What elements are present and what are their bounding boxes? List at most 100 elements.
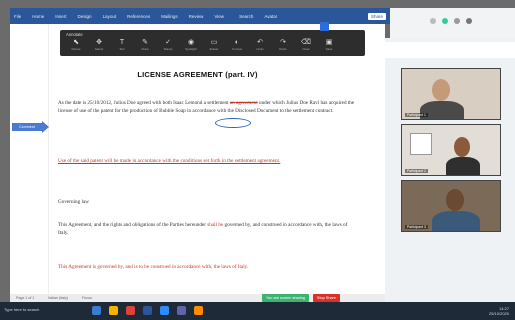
- p4-deleted-text: shall be: [207, 222, 224, 228]
- app-icon[interactable]: [194, 306, 203, 315]
- margin-line: [48, 24, 49, 294]
- tool-caption: Draw: [141, 47, 149, 51]
- redo-tool-button[interactable]: ↷ Redo: [277, 39, 289, 51]
- annotation-toolbar-label: Annotate: [66, 32, 83, 37]
- zoom-icon[interactable]: [160, 306, 169, 315]
- clear-tool-button[interactable]: ⌫ Clear: [300, 39, 312, 51]
- arrow-annotation: [42, 121, 49, 133]
- tab-design[interactable]: Design: [78, 14, 92, 19]
- focus-button[interactable]: Focus: [82, 296, 92, 300]
- tool-caption: Select: [94, 47, 104, 51]
- language-indicator[interactable]: Italian (Italy): [48, 296, 68, 300]
- video-panel: Participant 1 Participant 2 Participant …: [385, 38, 515, 302]
- tool-caption: Redo: [279, 47, 287, 51]
- undo-tool-button[interactable]: ↶ Undo: [254, 39, 266, 51]
- circle-annotation: [215, 118, 251, 128]
- paragraph-5-tracked: This Agreement is governed by, and is to…: [58, 264, 249, 270]
- stop-share-button[interactable]: Stop Share: [312, 294, 340, 302]
- teams-icon[interactable]: [177, 306, 186, 315]
- menu-icon[interactable]: [466, 18, 472, 24]
- participant-body: [446, 157, 480, 175]
- edge-icon[interactable]: [92, 306, 101, 315]
- ribbon-search-input[interactable]: Search: [239, 14, 253, 19]
- wall-picture: [410, 133, 432, 155]
- paragraph-1: As the date is 25/10/2012, Julius Doe ag…: [58, 100, 358, 115]
- tab-layout[interactable]: Layout: [103, 14, 117, 19]
- panel-header: [385, 42, 515, 58]
- document-title: LICENSE AGREEMENT (part. IV): [137, 70, 258, 79]
- tab-mailings[interactable]: Mailings: [161, 14, 178, 19]
- tool-caption: Text: [119, 47, 125, 51]
- comment-marker[interactable]: Comment: [12, 123, 42, 131]
- section-heading: Governing law: [58, 199, 89, 205]
- p4-text-a: This Agreement, and the rights and oblig…: [58, 222, 208, 228]
- browser-toolbar: [390, 8, 515, 38]
- select-icon: ✥: [96, 39, 102, 46]
- tool-caption: Clear: [302, 47, 310, 51]
- page-count: Page 1 of 1: [16, 296, 35, 300]
- format-tool-button[interactable]: ◐ Format: [231, 39, 243, 51]
- spotlight-icon: ◉: [187, 39, 195, 46]
- clock-date: 25/10/2020: [488, 311, 509, 316]
- text-tool-button[interactable]: T Text: [116, 39, 128, 51]
- annotation-tools: ⬉ Mouse ✥ Select T Text ✎ Draw ✓ Stamp ◉ Spotlight ▭…: [70, 39, 335, 51]
- explorer-icon[interactable]: [109, 306, 118, 315]
- tab-insert[interactable]: Insert: [55, 14, 66, 19]
- tab-home[interactable]: Home: [32, 14, 44, 19]
- system-tray[interactable]: 14:27 25/10/2020: [489, 306, 509, 316]
- tab-references[interactable]: References: [127, 14, 150, 19]
- text-icon: T: [119, 39, 125, 46]
- paragraph-2-tracked: Use of the said patent will be made in a…: [58, 158, 281, 164]
- tool-caption: Eraser: [209, 47, 219, 51]
- participant-head: [432, 79, 450, 101]
- bookmark-icon[interactable]: [454, 18, 460, 24]
- format-icon: ◐: [234, 39, 240, 46]
- draw-icon: ✎: [142, 39, 148, 46]
- tool-caption: Save: [325, 47, 333, 51]
- mouse-icon: ⬉: [73, 39, 79, 46]
- stamp-tool-button[interactable]: ✓ Stamp: [162, 39, 174, 51]
- taskbar-apps: [92, 306, 203, 315]
- participant-name-1: Participant 1: [405, 113, 428, 117]
- sharing-indicator[interactable]: You are screen sharing: [262, 294, 309, 302]
- eraser-icon: ▭: [210, 39, 218, 46]
- tool-caption: Mouse: [71, 47, 81, 51]
- mouse-tool-button[interactable]: ⬉ Mouse: [70, 39, 82, 51]
- participant-body: [432, 211, 480, 231]
- participant-name-3: Participant 3: [405, 225, 428, 229]
- tab-review[interactable]: Review: [189, 14, 204, 19]
- paragraph-4: This Agreement, and the rights and oblig…: [58, 222, 358, 237]
- participant-tile-3[interactable]: Participant 3: [401, 180, 501, 232]
- participant-head: [454, 137, 470, 157]
- select-tool-button[interactable]: ✥ Select: [93, 39, 105, 51]
- account-label[interactable]: Avatar: [264, 14, 277, 19]
- tab-view[interactable]: View: [214, 14, 224, 19]
- p1-text-a: As the date is 25/10/2012, Julius Doe ag…: [58, 100, 230, 106]
- tool-caption: Stamp: [163, 47, 173, 51]
- profile-icon[interactable]: [442, 18, 448, 24]
- eraser-tool-button[interactable]: ▭ Eraser: [208, 39, 220, 51]
- taskbar-search[interactable]: Type here to search: [4, 307, 39, 312]
- participant-tile-2[interactable]: Participant 2: [401, 124, 501, 176]
- toolbar-handle[interactable]: [320, 22, 329, 31]
- p1-deleted-text: an agreement: [229, 100, 258, 106]
- extension-icon[interactable]: [430, 18, 436, 24]
- spotlight-tool-button[interactable]: ◉ Spotlight: [185, 39, 197, 51]
- chrome-icon[interactable]: [126, 306, 135, 315]
- document-page[interactable]: LICENSE AGREEMENT (part. IV) Comment As …: [10, 24, 385, 294]
- participant-head: [446, 189, 464, 211]
- participant-name-2: Participant 2: [405, 169, 428, 173]
- save-icon: ▣: [325, 39, 333, 46]
- clear-icon: ⌫: [301, 39, 311, 46]
- participant-tile-1[interactable]: Participant 1: [401, 68, 501, 120]
- save-tool-button[interactable]: ▣ Save: [323, 39, 335, 51]
- tool-caption: Format: [232, 47, 242, 51]
- redo-icon: ↷: [280, 39, 286, 46]
- tool-caption: Spotlight: [185, 47, 197, 51]
- tab-file[interactable]: File: [14, 14, 21, 19]
- word-icon[interactable]: [143, 306, 152, 315]
- draw-tool-button[interactable]: ✎ Draw: [139, 39, 151, 51]
- tool-caption: Undo: [256, 47, 264, 51]
- share-button[interactable]: Share: [367, 12, 386, 20]
- annotation-toolbar: Annotate ⬉ Mouse ✥ Select T Text ✎ Draw ✓ Stamp ◉ S…: [60, 22, 365, 56]
